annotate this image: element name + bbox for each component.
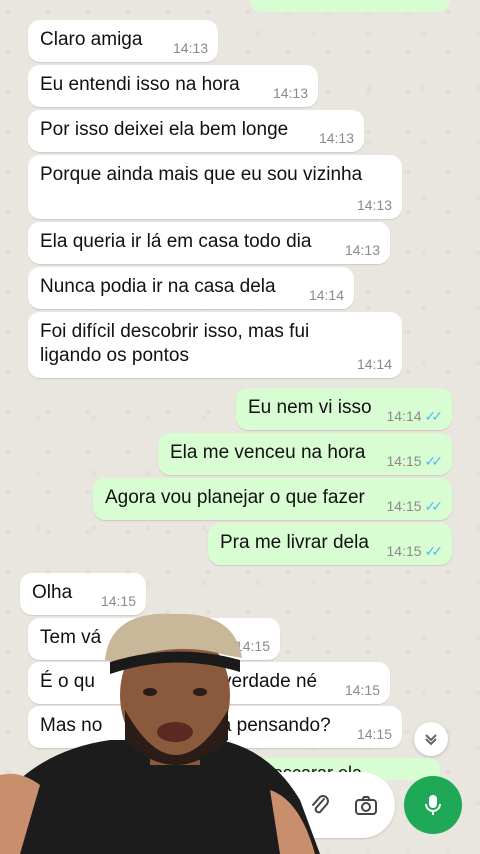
message-time: 14:14 ✓✓ <box>386 408 444 424</box>
message-outgoing[interactable]: Eu nem vi isso 14:14 ✓✓ <box>236 388 452 430</box>
message-incoming[interactable]: Foi difícil descobrir isso, mas fui liga… <box>28 312 402 378</box>
message-text: Nunca podia ir na casa dela <box>40 276 276 297</box>
message-incoming[interactable]: Por isso deixei ela bem longe 14:13 <box>28 110 364 152</box>
double-check-icon: ✓✓ <box>424 543 444 559</box>
presenter-overlay <box>0 613 320 854</box>
camera-icon <box>355 796 377 815</box>
message-text: Pra me livrar dela <box>220 532 369 553</box>
message-incoming[interactable]: Porque ainda mais que eu sou vizinha 14:… <box>28 155 402 219</box>
message-time: 14:15 ✓✓ <box>386 543 444 559</box>
message-outgoing[interactable]: Pra me livrar dela 14:15 ✓✓ <box>208 523 452 565</box>
message-incoming[interactable]: Claro amiga 14:13 <box>28 20 218 62</box>
double-check-icon: ✓✓ <box>424 498 444 514</box>
double-check-icon: ✓✓ <box>424 408 444 424</box>
message-text: Porque ainda mais que eu sou vizinha <box>40 164 363 185</box>
chevron-down-icon <box>425 734 437 746</box>
message-time: 14:13 <box>356 197 392 213</box>
message-text: Ela queria ir lá em casa todo dia <box>40 231 312 252</box>
message-text: Agora vou planejar o que fazer <box>105 487 365 508</box>
message-incoming[interactable]: Ela queria ir lá em casa todo dia 14:13 <box>28 222 390 264</box>
message-time: 14:13 <box>318 130 354 146</box>
message-text: Eu entendi isso na hora <box>40 74 240 95</box>
message-time: 14:13 <box>272 85 308 101</box>
message-time: 14:15 <box>356 726 392 742</box>
message-outgoing[interactable]: Ela me venceu na hora 14:15 ✓✓ <box>158 433 452 475</box>
scroll-down-button[interactable] <box>414 722 448 756</box>
message-text: Claro amiga <box>40 29 143 50</box>
message-time: 14:13 <box>172 40 208 56</box>
message-text: Ela me venceu na hora <box>170 442 366 463</box>
message-time: 14:13 <box>344 242 380 258</box>
message-text: Eu nem vi isso <box>248 397 372 418</box>
message-incoming[interactable]: Eu entendi isso na hora 14:13 <box>28 65 318 107</box>
mic-icon <box>425 795 441 815</box>
partial-outgoing-bubble <box>250 0 450 12</box>
camera-button[interactable] <box>350 789 382 821</box>
double-check-icon: ✓✓ <box>424 453 444 469</box>
voice-message-button[interactable] <box>404 776 462 834</box>
message-time: 14:14 <box>308 287 344 303</box>
message-text: Foi difícil descobrir isso, mas fui liga… <box>40 321 310 366</box>
message-incoming[interactable]: Nunca podia ir na casa dela 14:14 <box>28 267 354 309</box>
message-text: Por isso deixei ela bem longe <box>40 119 289 140</box>
message-time: 14:15 <box>344 682 380 698</box>
message-time: 14:14 <box>356 356 392 372</box>
message-time: 14:15 ✓✓ <box>386 498 444 514</box>
message-outgoing[interactable]: Agora vou planejar o que fazer 14:15 ✓✓ <box>93 478 452 520</box>
message-time: 14:15 ✓✓ <box>386 453 444 469</box>
